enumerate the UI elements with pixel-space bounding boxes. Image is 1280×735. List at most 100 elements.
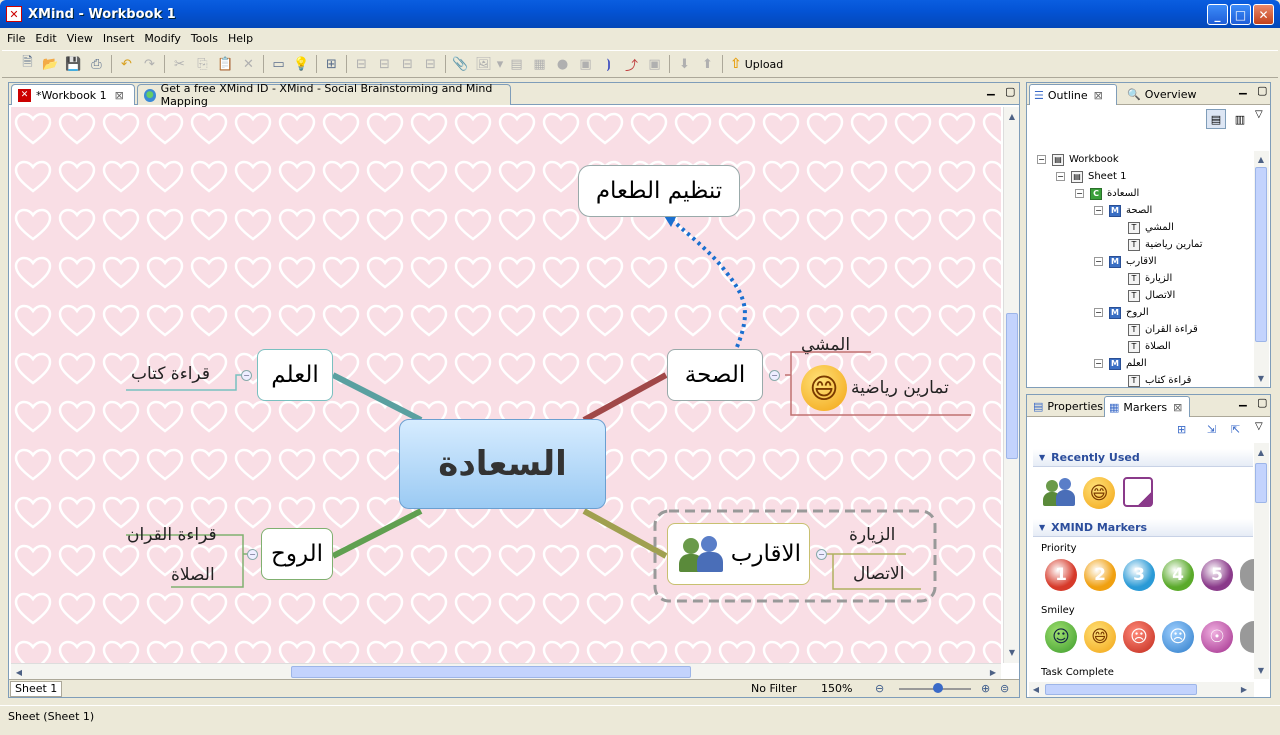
floating-topic-icon[interactable]: ⊟	[419, 53, 442, 75]
dropdown-arrow-icon[interactable]: ▾	[495, 53, 505, 75]
attachment-icon[interactable]: 📎	[449, 53, 472, 75]
brainstorm-bulb-icon[interactable]: 💡	[290, 53, 313, 75]
horizontal-scroll-thumb[interactable]	[291, 666, 691, 678]
boundary-icon[interactable]: ▤	[505, 53, 528, 75]
subtopic-visit[interactable]: الزيارة	[849, 525, 895, 545]
scroll-down-icon[interactable]: ▼	[1254, 663, 1268, 677]
subtopic-call[interactable]: الاتصال	[853, 564, 904, 584]
collapse-family-button[interactable]: −	[816, 549, 827, 560]
central-topic[interactable]: السعادة	[399, 419, 606, 509]
scroll-up-icon[interactable]: ▲	[1005, 109, 1019, 123]
label-icon[interactable]: ▣	[574, 53, 597, 75]
sheet-tab[interactable]: Sheet 1	[10, 680, 63, 697]
maximize-button[interactable]: □	[1230, 4, 1251, 25]
tree-item[interactable]: T قراءة القران	[1113, 321, 1198, 338]
insert-topic-icon[interactable]: ⊞	[320, 53, 343, 75]
menu-edit[interactable]: Edit	[30, 32, 61, 45]
undo-icon[interactable]: ↶	[115, 53, 138, 75]
maximize-panel-icon[interactable]: ▢	[1257, 396, 1267, 409]
topic-knowledge[interactable]: العلم	[257, 349, 333, 401]
priority-1-icon[interactable]: 1	[1045, 559, 1077, 591]
priority-2-icon[interactable]: 2	[1084, 559, 1116, 591]
maximize-panel-icon[interactable]: ▢	[1257, 84, 1267, 97]
maximize-editor-icon[interactable]: ▢	[1005, 85, 1015, 98]
tree-item[interactable]: − C السعادة	[1075, 185, 1139, 202]
task-quarter-icon[interactable]	[1123, 477, 1153, 507]
tree-item[interactable]: − ▤ Workbook	[1037, 151, 1119, 168]
import-marker-icon[interactable]: ⇲	[1207, 423, 1216, 436]
collapse-tree-icon[interactable]: −	[1075, 189, 1084, 198]
tab-xmind-id[interactable]: ● Get a free XMind ID - XMind - Social B…	[137, 82, 511, 108]
insert-topic-before-icon[interactable]: ⊟	[373, 53, 396, 75]
scroll-up-icon[interactable]: ▲	[1254, 152, 1268, 166]
priority-4-icon[interactable]: 4	[1162, 559, 1194, 591]
notes-icon[interactable]: ▦	[528, 53, 551, 75]
subtopic-walking[interactable]: المشي	[801, 335, 850, 355]
tab-markers[interactable]: ▦ Markers ⊠	[1104, 396, 1190, 417]
delete-icon[interactable]: ✕	[237, 53, 260, 75]
scroll-right-icon[interactable]: ▶	[1237, 682, 1251, 696]
new-workbook-icon[interactable]: 🗎	[16, 53, 39, 75]
summary-icon[interactable]: ⦘	[597, 53, 620, 75]
collapse-spirit-button[interactable]: −	[247, 549, 258, 560]
menu-view[interactable]: View	[62, 32, 98, 45]
outline-mode-button[interactable]: ▤	[1206, 109, 1226, 129]
priority-5-icon[interactable]: 5	[1201, 559, 1233, 591]
open-folder-icon[interactable]: 📂	[39, 53, 62, 75]
view-menu-icon[interactable]: ▽	[1255, 421, 1263, 432]
minimize-button[interactable]: _	[1207, 4, 1228, 25]
subtopic-exercise[interactable]: تمارين رياضية 😄	[801, 365, 949, 411]
smiley-angry-icon[interactable]: ☹	[1123, 621, 1155, 653]
filter-label[interactable]: No Filter	[751, 682, 797, 695]
add-marker-icon[interactable]: ⊞	[1177, 423, 1186, 436]
insert-subtopic-icon[interactable]: ⊟	[350, 53, 373, 75]
subtopic-reading-book[interactable]: قراءة كتاب	[131, 364, 210, 384]
smiley-smile-icon[interactable]: ☺	[1045, 621, 1077, 653]
markers-hscroll-thumb[interactable]	[1045, 684, 1197, 695]
collapse-tree-icon[interactable]: −	[1094, 308, 1103, 317]
subtopic-quran[interactable]: قراءة القران	[127, 525, 217, 545]
tab-properties[interactable]: ▤ Properties	[1029, 396, 1107, 417]
smiley-laugh-icon[interactable]: 😄	[1084, 621, 1116, 653]
menu-insert[interactable]: Insert	[98, 32, 140, 45]
tab-workbook-1[interactable]: ✕ *Workbook 1 ⊠	[11, 84, 135, 105]
collapse-tree-icon[interactable]: −	[1094, 257, 1103, 266]
scroll-right-icon[interactable]: ▶	[986, 665, 1000, 679]
close-tab-icon[interactable]: ⊠	[115, 89, 124, 102]
drill-down-icon[interactable]: ⬇	[673, 53, 696, 75]
markers-scroll-thumb[interactable]	[1255, 463, 1267, 503]
tree-item[interactable]: T المشي	[1113, 219, 1174, 236]
zoom-slider-thumb[interactable]	[933, 683, 943, 693]
paste-icon[interactable]: 📋	[214, 53, 237, 75]
priority-more-icon[interactable]	[1240, 559, 1254, 591]
tree-item[interactable]: T قراءة كتاب	[1113, 372, 1191, 387]
tree-item[interactable]: − M الروح	[1094, 304, 1149, 321]
close-tab-icon[interactable]: ⊠	[1094, 89, 1103, 102]
tree-item[interactable]: − M الاقارب	[1094, 253, 1157, 270]
view-menu-icon[interactable]: ▽	[1255, 109, 1263, 120]
close-tab-icon[interactable]: ⊠	[1173, 401, 1182, 414]
cut-icon[interactable]: ✂	[168, 53, 191, 75]
insert-parent-icon[interactable]: ⊟	[396, 53, 419, 75]
floating-topic[interactable]: تنظيم الطعام	[578, 165, 740, 217]
menu-help[interactable]: Help	[223, 32, 258, 45]
tab-outline[interactable]: ☰ Outline ⊠	[1029, 84, 1117, 105]
markers-hscrollbar[interactable]: ◀ ▶	[1029, 682, 1254, 697]
people-icon[interactable]	[1043, 477, 1075, 507]
hyperlink-icon[interactable]: ▣	[643, 53, 666, 75]
minimize-editor-icon[interactable]: ▁	[987, 85, 995, 96]
minimize-panel-icon[interactable]: ▁	[1239, 84, 1247, 95]
copy-icon[interactable]: ⎘	[191, 53, 214, 75]
collapse-tree-icon[interactable]: −	[1056, 172, 1065, 181]
minimize-panel-icon[interactable]: ▁	[1239, 396, 1247, 407]
collapse-knowledge-button[interactable]: −	[241, 370, 252, 381]
upload-button[interactable]: ⇧ Upload	[726, 56, 787, 72]
zoom-fit-icon[interactable]: ⊜	[1000, 682, 1009, 695]
markers-scrollbar[interactable]: ▲ ▼	[1254, 443, 1269, 679]
drill-up-icon[interactable]: ⬆	[696, 53, 719, 75]
tree-item[interactable]: T الصلاة	[1113, 338, 1171, 355]
presentation-icon[interactable]: ▭	[267, 53, 290, 75]
save-icon[interactable]: 💾	[62, 53, 85, 75]
outline-scroll-thumb[interactable]	[1255, 167, 1267, 342]
collapse-tree-icon[interactable]: −	[1037, 155, 1046, 164]
